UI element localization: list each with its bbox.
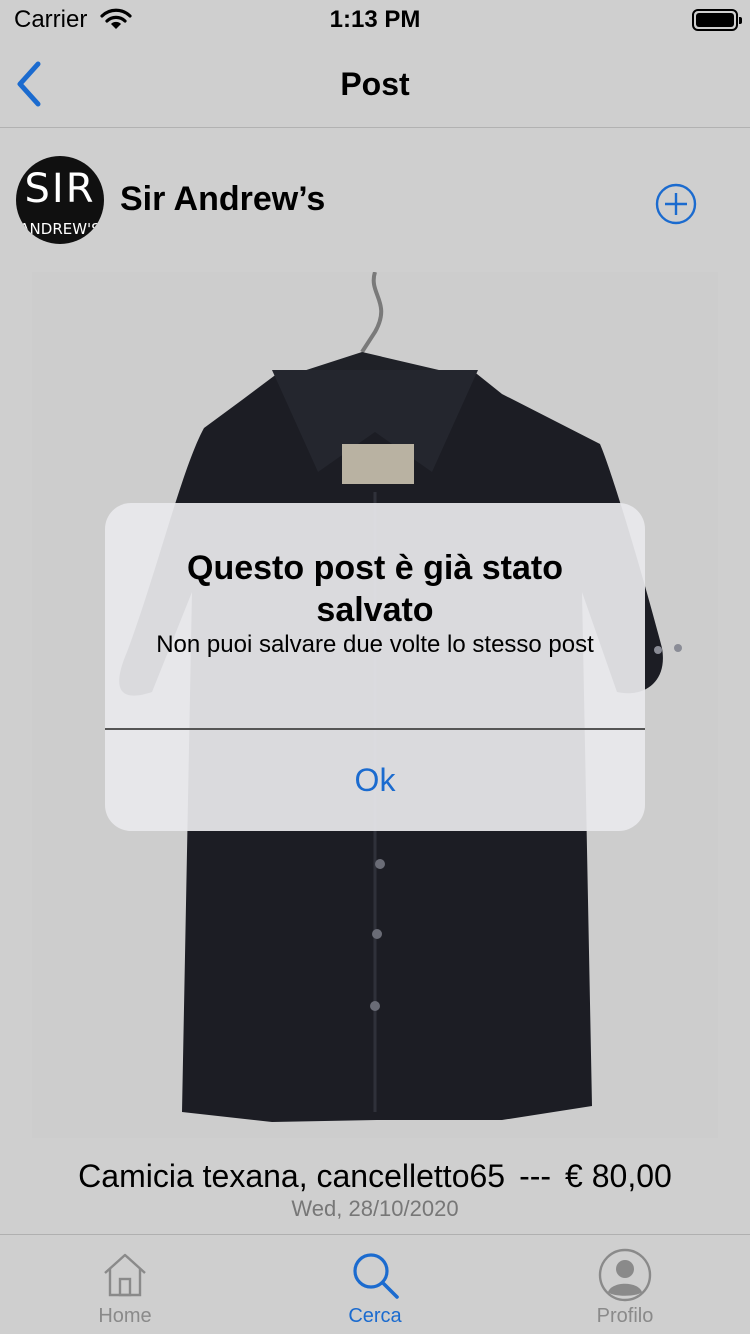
caption-separator: --- xyxy=(519,1158,552,1194)
post-caption: Camicia texana, cancelletto65 --- € 80,00 xyxy=(0,1158,750,1195)
status-bar: Carrier 1:13 PM xyxy=(0,0,750,40)
page-title: Post xyxy=(340,66,410,102)
battery-icon xyxy=(692,9,742,31)
tab-home[interactable]: Home xyxy=(0,1235,250,1334)
alert-message: Non puoi salvare due volte lo stesso pos… xyxy=(156,631,594,658)
ok-button[interactable]: Ok xyxy=(105,730,645,831)
post-price: € 80,00 xyxy=(565,1158,672,1194)
account-name[interactable]: Sir Andrew’s xyxy=(120,180,325,219)
person-icon xyxy=(598,1248,652,1302)
tab-profilo[interactable]: Profilo xyxy=(500,1235,750,1334)
alert-dialog: Questo post è già stato salvato Non puoi… xyxy=(105,503,645,831)
navigation-bar: Post xyxy=(0,40,750,128)
search-icon xyxy=(353,1253,399,1299)
status-time: 1:13 PM xyxy=(329,6,421,33)
avatar-text-big: SIR xyxy=(24,166,96,212)
avatar-text-small: ANDREW'S xyxy=(19,220,101,238)
house-icon xyxy=(104,1253,146,1297)
tab-cerca[interactable]: Cerca xyxy=(250,1235,500,1334)
post-header: SIR ANDREW'S Sir Andrew’s xyxy=(0,128,750,268)
tab-profilo-label: Profilo xyxy=(596,1305,654,1327)
alert-title: Questo post è già stato salvato xyxy=(187,549,563,629)
post-title: Camicia texana, cancelletto65 xyxy=(78,1158,506,1194)
add-circle-icon[interactable] xyxy=(654,182,698,226)
avatar[interactable]: SIR ANDREW'S xyxy=(16,156,104,244)
tab-bar: Home Cerca Profilo xyxy=(0,1234,750,1334)
post-date: Wed, 28/10/2020 xyxy=(291,1196,459,1221)
tab-home-label: Home xyxy=(98,1305,152,1327)
tab-cerca-label: Cerca xyxy=(348,1305,402,1327)
